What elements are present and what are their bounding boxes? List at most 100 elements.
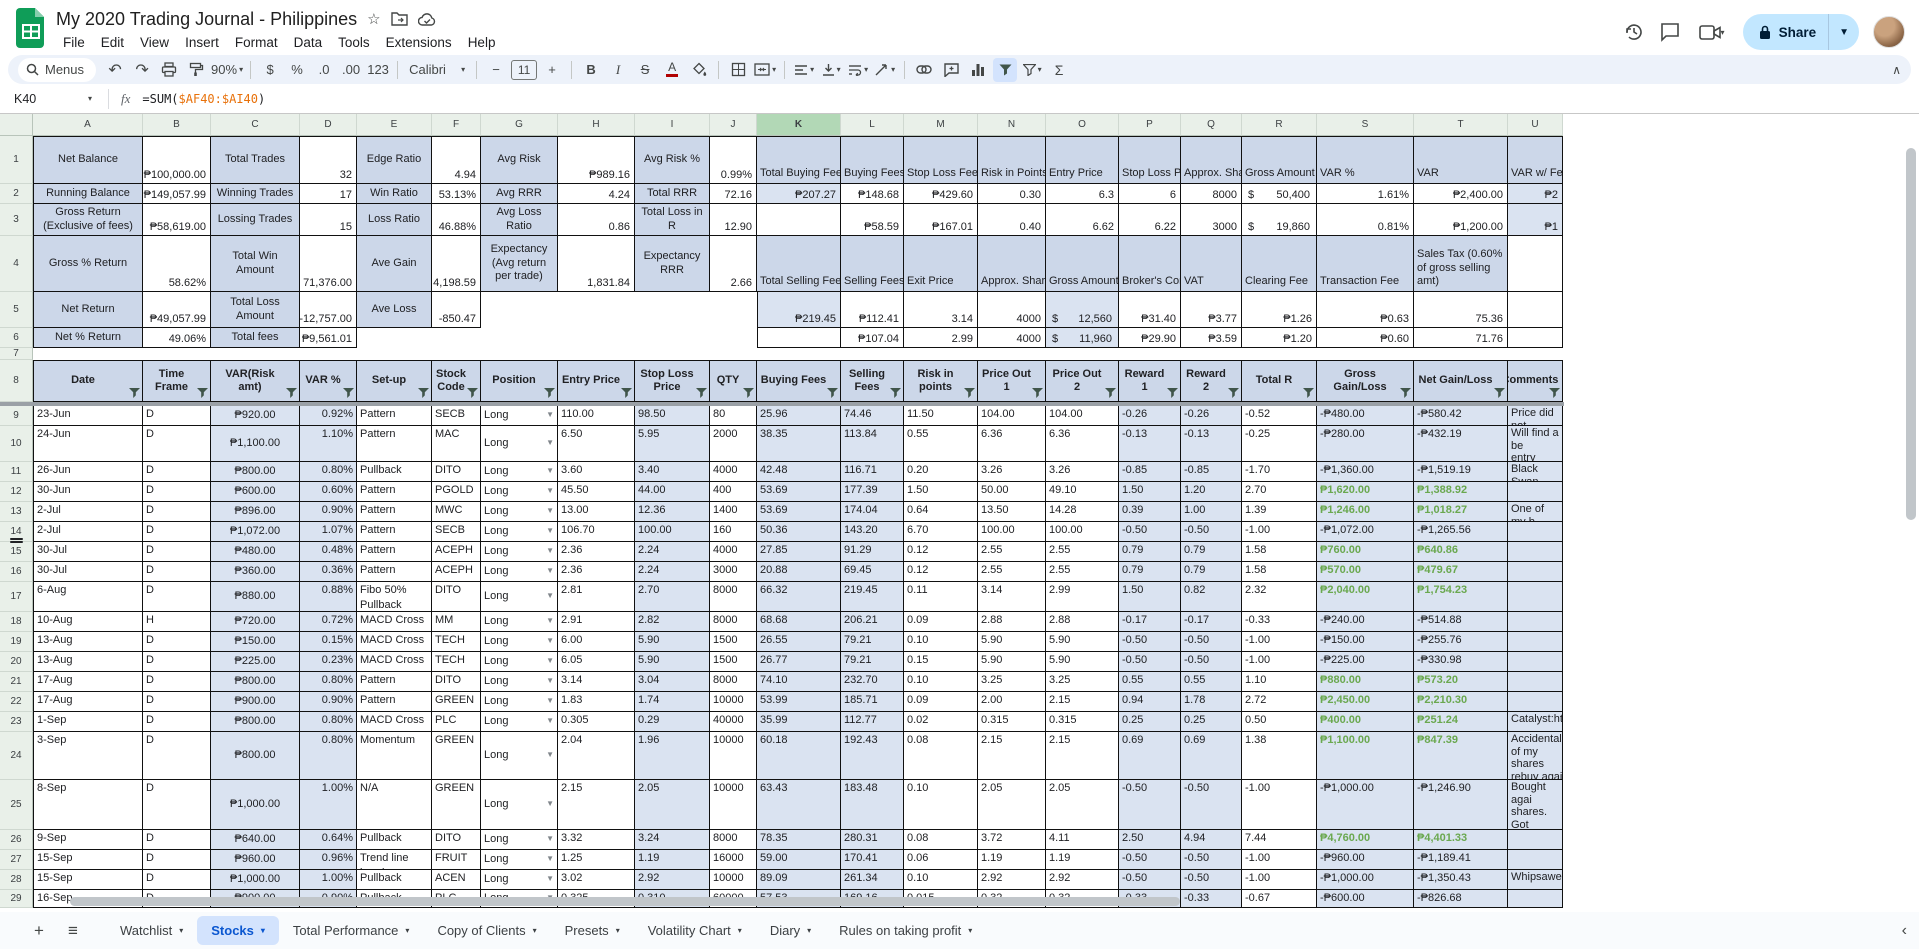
row-header-21[interactable]: 21: [0, 672, 33, 692]
cell-R3[interactable]: $19,860: [1242, 204, 1317, 236]
row-header-3[interactable]: 3: [0, 204, 33, 236]
cell-B12[interactable]: D: [143, 482, 211, 502]
filter-header-price-out-1[interactable]: Price Out 1: [978, 360, 1046, 402]
document-title[interactable]: My 2020 Trading Journal - Philippines: [56, 9, 357, 30]
cell-L17[interactable]: 219.45: [841, 582, 904, 612]
cell-F1[interactable]: 4.94: [432, 136, 481, 184]
cell-K5[interactable]: ₱219.45: [757, 292, 841, 328]
cell-Q16[interactable]: 0.79: [1181, 562, 1242, 582]
cell-U18[interactable]: [1508, 612, 1563, 632]
cell-Q5[interactable]: ₱3.77: [1181, 292, 1242, 328]
cell-L24[interactable]: 192.43: [841, 732, 904, 780]
cell-C24[interactable]: ₱800.00: [211, 732, 300, 780]
column-header-P[interactable]: P: [1119, 114, 1181, 136]
sheet-tab-caret-icon[interactable]: ▾: [179, 926, 183, 935]
cell-S28[interactable]: -₱1,000.00: [1317, 870, 1414, 890]
cell-L6[interactable]: ₱107.04: [841, 328, 904, 348]
cell-T11[interactable]: -₱1,519.19: [1414, 462, 1508, 482]
cell-G2[interactable]: Avg RRR: [481, 184, 558, 204]
cell-B3[interactable]: ₱58,619.00: [143, 204, 211, 236]
row-header-13[interactable]: 13: [0, 502, 33, 522]
row-header-29[interactable]: 29: [0, 890, 33, 908]
cell-G23[interactable]: Long ▼: [481, 712, 558, 732]
cell-U29[interactable]: [1508, 890, 1563, 908]
position-dropdown-icon[interactable]: ▼: [546, 716, 554, 727]
cell-D12[interactable]: 0.60%: [300, 482, 357, 502]
cell-M25[interactable]: 0.10: [904, 780, 978, 830]
cell-K4[interactable]: Total Selling Fees: [757, 236, 841, 292]
vertical-align-button[interactable]: ▾: [819, 58, 843, 82]
cell-K15[interactable]: 27.85: [757, 542, 841, 562]
cell-N6[interactable]: 4000: [978, 328, 1046, 348]
cell-P23[interactable]: 0.25: [1119, 712, 1181, 732]
cell-D21[interactable]: 0.80%: [300, 672, 357, 692]
cell-B14[interactable]: D: [143, 522, 211, 542]
position-dropdown-icon[interactable]: ▼: [546, 696, 554, 707]
cell-D7[interactable]: [300, 348, 357, 360]
filter-header-gross-gain-loss[interactable]: Gross Gain/Loss: [1317, 360, 1414, 402]
cell-T9[interactable]: -₱580.42: [1414, 406, 1508, 426]
cell-K7[interactable]: [757, 348, 841, 360]
cell-R5[interactable]: ₱1.26: [1242, 292, 1317, 328]
cell-N23[interactable]: 0.315: [978, 712, 1046, 732]
cell-N9[interactable]: 104.00: [978, 406, 1046, 426]
cell-L10[interactable]: 113.84: [841, 426, 904, 462]
cell-D9[interactable]: 0.92%: [300, 406, 357, 426]
position-dropdown-icon[interactable]: ▼: [546, 874, 554, 885]
filter-header-stock-code[interactable]: Stock Code: [432, 360, 481, 402]
cell-G19[interactable]: Long ▼: [481, 632, 558, 652]
decrease-decimals-button[interactable]: .0: [312, 58, 336, 82]
cell-P28[interactable]: -0.50: [1119, 870, 1181, 890]
insert-chart-button[interactable]: [966, 58, 990, 82]
cell-M15[interactable]: 0.12: [904, 542, 978, 562]
cell-E11[interactable]: Pullback: [357, 462, 432, 482]
cell-P3[interactable]: 6.22: [1119, 204, 1181, 236]
cell-C21[interactable]: ₱800.00: [211, 672, 300, 692]
cell-O25[interactable]: 2.05: [1046, 780, 1119, 830]
cell-F24[interactable]: GREEN: [432, 732, 481, 780]
cell-O10[interactable]: 6.36: [1046, 426, 1119, 462]
sheet-tab-copy-of-clients[interactable]: Copy of Clients ▾: [423, 916, 550, 945]
cell-N20[interactable]: 5.90: [978, 652, 1046, 672]
cell-E3[interactable]: Loss Ratio: [357, 204, 432, 236]
filter-header-set-up[interactable]: Set-up: [357, 360, 432, 402]
cell-O16[interactable]: 2.55: [1046, 562, 1119, 582]
cell-S20[interactable]: -₱225.00: [1317, 652, 1414, 672]
cell-N3[interactable]: 0.40: [978, 204, 1046, 236]
cell-C7[interactable]: [211, 348, 300, 360]
cell-Q13[interactable]: 1.00: [1181, 502, 1242, 522]
cell-K21[interactable]: 74.10: [757, 672, 841, 692]
cell-R23[interactable]: 0.50: [1242, 712, 1317, 732]
cell-Q18[interactable]: -0.17: [1181, 612, 1242, 632]
cell-Q29[interactable]: -0.33: [1181, 890, 1242, 908]
cell-H26[interactable]: 3.32: [558, 830, 635, 850]
cell-I2[interactable]: Total RRR: [635, 184, 710, 204]
cell-D22[interactable]: 0.90%: [300, 692, 357, 712]
cell-J9[interactable]: 80: [710, 406, 757, 426]
cell-F12[interactable]: PGOLD: [432, 482, 481, 502]
cell-Q22[interactable]: 1.78: [1181, 692, 1242, 712]
cell-S15[interactable]: ₱760.00: [1317, 542, 1414, 562]
cell-G14[interactable]: Long ▼: [481, 522, 558, 542]
cell-Q12[interactable]: 1.20: [1181, 482, 1242, 502]
decrease-font-size-button[interactable]: −: [484, 58, 508, 82]
cell-E9[interactable]: Pattern: [357, 406, 432, 426]
cell-L22[interactable]: 185.71: [841, 692, 904, 712]
select-all-corner[interactable]: [0, 114, 33, 136]
cell-D15[interactable]: 0.48%: [300, 542, 357, 562]
cell-E17[interactable]: Fibo 50% Pullback: [357, 582, 432, 612]
cell-F10[interactable]: MAC: [432, 426, 481, 462]
cell-H21[interactable]: 3.14: [558, 672, 635, 692]
cell-R20[interactable]: -1.00: [1242, 652, 1317, 672]
cell-J25[interactable]: 10000: [710, 780, 757, 830]
cell-L5[interactable]: ₱112.41: [841, 292, 904, 328]
filter-header-position[interactable]: Position: [481, 360, 558, 402]
cell-N4[interactable]: Approx. Shares T: [978, 236, 1046, 292]
cell-J24[interactable]: 10000: [710, 732, 757, 780]
cell-O5[interactable]: $12,560: [1046, 292, 1119, 328]
cell-O18[interactable]: 2.88: [1046, 612, 1119, 632]
cell-A1[interactable]: Net Balance: [33, 136, 143, 184]
account-avatar[interactable]: [1873, 16, 1905, 48]
cell-Q9[interactable]: -0.26: [1181, 406, 1242, 426]
cell-A24[interactable]: 3-Sep: [33, 732, 143, 780]
